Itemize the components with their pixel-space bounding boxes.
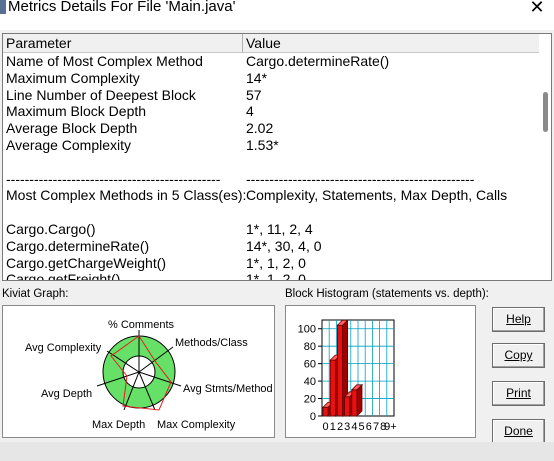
list-rows: Name of Most Complex Method Cargo.determi…	[3, 53, 539, 281]
table-row[interactable]	[3, 204, 539, 221]
table-row[interactable]: Average Block Depth 2.02	[3, 120, 539, 137]
print-button[interactable]: Print	[492, 381, 545, 406]
row-parameter: Line Number of Deepest Block	[6, 86, 196, 103]
histogram-x-label: 0	[323, 421, 329, 433]
row-value: 2.02	[246, 120, 274, 137]
kiviat-graph: % Comments Methods/Class Avg Stmts/Metho…	[2, 305, 275, 438]
scrollbar-thumb[interactable]	[543, 92, 548, 132]
row-value: ----------------------------------------…	[246, 170, 475, 187]
histogram-bar	[329, 359, 336, 417]
histogram-x-label: 4	[351, 421, 357, 433]
histogram-y-tick-label: 40	[304, 376, 316, 388]
histogram-x-label: 9+	[384, 421, 397, 433]
table-row[interactable]	[3, 154, 539, 171]
app-icon	[0, 0, 6, 14]
histogram-y-tick-label: 80	[304, 341, 316, 353]
table-row[interactable]: Cargo.determineRate() 14*, 30, 4, 0	[3, 238, 539, 255]
help-button[interactable]: Help	[492, 307, 545, 332]
close-button[interactable]: ✕	[520, 0, 554, 20]
histogram-x-label: 5	[359, 421, 365, 433]
kiviat-axis-avg-depth: Avg Depth	[41, 388, 92, 400]
histogram-x-label: 6	[366, 421, 372, 433]
histogram-x-label: 7	[373, 421, 379, 433]
histogram-x-label: 1	[330, 421, 336, 433]
row-value: 1*, 1, 2, 0	[246, 254, 306, 271]
table-row[interactable]: Line Number of Deepest Block 57	[3, 87, 539, 104]
table-row[interactable]: Name of Most Complex Method Cargo.determi…	[3, 53, 539, 70]
table-row[interactable]: Cargo.getChargeWeight() 1*, 1, 2, 0	[3, 255, 539, 272]
row-value: 1*, 11, 2, 4	[246, 220, 313, 237]
row-value: 57	[246, 86, 262, 103]
row-value: 1.53*	[246, 136, 279, 153]
row-parameter: Average Block Depth	[6, 120, 138, 137]
histogram-label: Block Histogram (statements vs. depth):	[285, 288, 489, 300]
table-row[interactable]: Most Complex Methods in 5 Class(es): Comp…	[3, 187, 539, 204]
block-histogram: 100 80 60 40 20 0 0 1 2 3 4 5 6 7 8 9+	[285, 305, 476, 438]
list-header: Parameter Value	[3, 34, 539, 53]
kiviat-axis-avg-stmts: Avg Stmts/Method	[183, 383, 273, 395]
row-parameter: Cargo.determineRate()	[6, 237, 150, 254]
histogram-x-label: 2	[337, 421, 343, 433]
kiviat-axis-comments: % Comments	[108, 319, 175, 331]
row-parameter: Cargo.getFreight()	[6, 271, 121, 281]
histogram-y-tick-label: 60	[304, 359, 316, 371]
row-parameter: Most Complex Methods in 5 Class(es):	[6, 187, 247, 204]
row-value: 4	[246, 103, 254, 120]
histogram-svg: 1008060402000 1 2 3 4 5 6 7 89+	[298, 319, 397, 433]
table-row[interactable]: ----------------------------------------…	[3, 171, 539, 188]
metrics-list[interactable]: Parameter Value Name of Most Complex Met…	[2, 33, 552, 281]
row-value: Cargo.determineRate()	[246, 53, 390, 69]
column-header-parameter[interactable]: Parameter	[3, 34, 243, 52]
histogram-bar	[322, 406, 329, 417]
row-parameter: Maximum Block Depth	[6, 103, 147, 120]
kiviat-axis-max-depth: Max Depth	[92, 419, 145, 431]
histogram-y-tick-label: 20	[304, 394, 316, 406]
row-parameter: Name of Most Complex Method	[6, 53, 203, 69]
row-parameter: Average Complexity	[6, 136, 132, 153]
kiviat-axis-avg-complexity: Avg Complexity	[25, 342, 102, 354]
histogram-y-tick-label: 0	[310, 411, 316, 423]
row-parameter: Maximum Complexity	[6, 69, 140, 86]
row-parameter: Cargo.Cargo()	[6, 220, 96, 237]
column-header-value[interactable]: Value	[243, 34, 539, 52]
histogram-bar	[337, 324, 344, 417]
histogram-x-label: 3	[344, 421, 350, 433]
histogram-bar	[351, 389, 358, 417]
row-parameter: Cargo.getChargeWeight()	[6, 254, 167, 271]
histogram-y-tick-label: 100	[298, 324, 316, 336]
window-title: Metrics Details For File 'Main.java'	[8, 0, 236, 15]
row-parameter: ----------------------------------------…	[6, 170, 221, 187]
copy-button[interactable]: Copy	[492, 343, 545, 368]
done-button[interactable]: Done	[492, 419, 545, 444]
kiviat-label: Kiviat Graph:	[2, 288, 69, 300]
table-row[interactable]: Maximum Block Depth 4	[3, 103, 539, 120]
row-value: 14*	[246, 69, 268, 86]
table-row[interactable]: Maximum Complexity 14*	[3, 70, 539, 87]
kiviat-axis-max-complexity: Max Complexity	[157, 419, 236, 431]
kiviat-svg: % Comments Methods/Class Avg Stmts/Metho…	[25, 319, 273, 431]
row-value: Complexity, Statements, Max Depth, Calls	[246, 187, 508, 204]
row-value: 14*, 30, 4, 0	[246, 237, 322, 254]
footer-strip	[0, 442, 554, 461]
table-row[interactable]: Cargo.Cargo() 1*, 11, 2, 4	[3, 221, 539, 238]
kiviat-axis-methods-class: Methods/Class	[175, 337, 248, 349]
row-value: 1*, 1, 2, 0	[246, 271, 306, 281]
table-row[interactable]: Average Complexity 1.53*	[3, 137, 539, 154]
histogram-bar	[344, 396, 351, 417]
vertical-scrollbar[interactable]	[539, 34, 551, 280]
title-bar: Metrics Details For File 'Main.java' ✕	[0, 0, 554, 30]
table-row[interactable]: Cargo.getFreight() 1*, 1, 2, 0	[3, 271, 539, 281]
histogram-bar-side	[356, 383, 363, 417]
